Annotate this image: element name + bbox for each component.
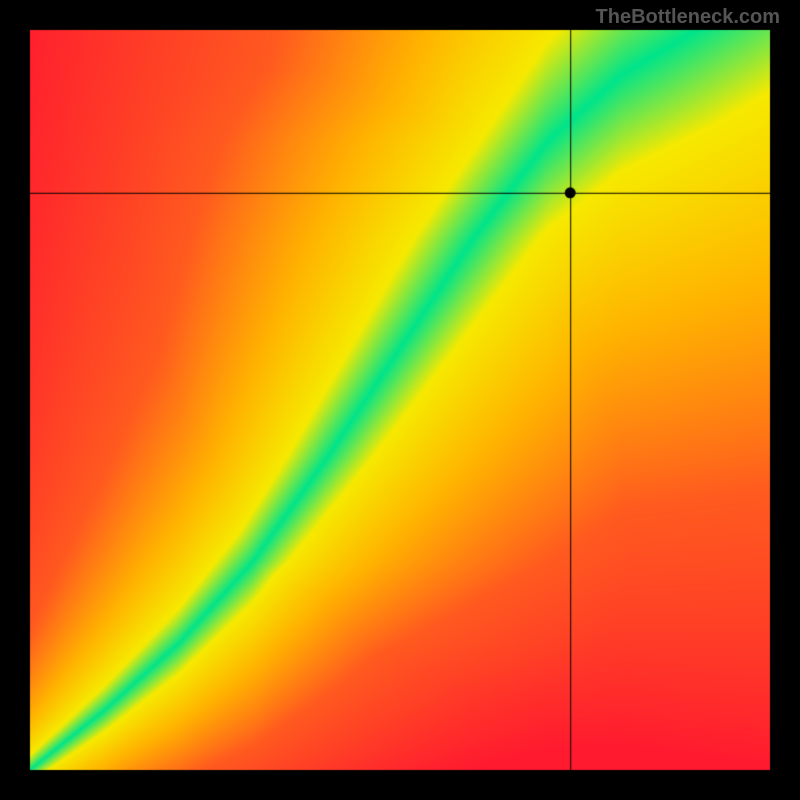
attribution-label: TheBottleneck.com xyxy=(596,6,780,29)
chart-container: TheBottleneck.com xyxy=(0,0,800,800)
heatmap-canvas xyxy=(0,0,800,800)
